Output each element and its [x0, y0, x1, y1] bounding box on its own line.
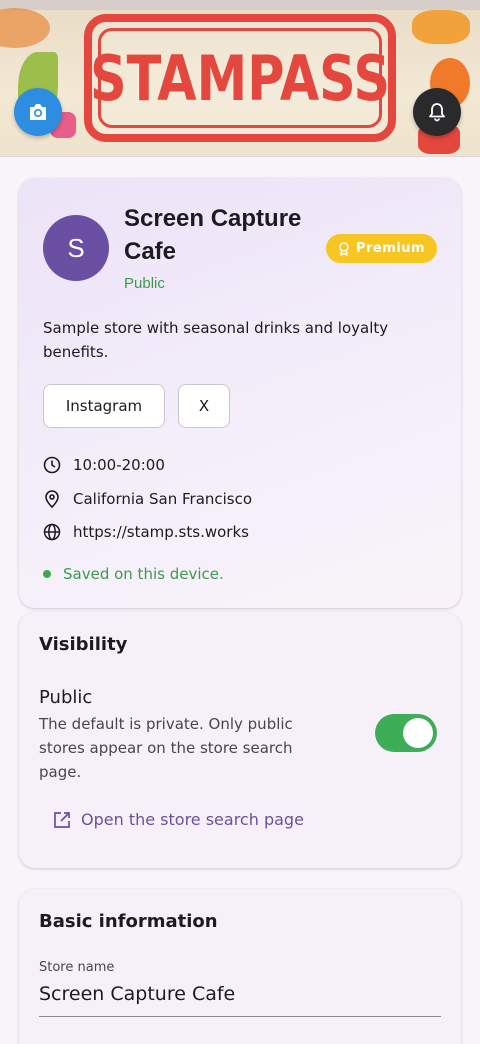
store-name-label: Store name — [39, 960, 115, 975]
store-name-underline — [39, 1016, 441, 1017]
instagram-link-button[interactable]: Instagram — [43, 384, 165, 428]
public-toggle[interactable] — [375, 714, 437, 752]
open-store-search-link[interactable]: Open the store search page — [53, 810, 304, 829]
open-external-icon — [54, 811, 70, 828]
banner-decoration — [412, 10, 470, 44]
basic-info-card: Basic information Store name Screen Capt… — [19, 889, 461, 1044]
logo-text: STAMPASS — [89, 41, 391, 115]
saved-text: Saved on this device. — [63, 565, 224, 583]
bell-icon — [429, 103, 445, 122]
x-link-button[interactable]: X — [178, 384, 230, 428]
store-profile-card: S Screen Capture Cafe Premium Public Sam… — [19, 178, 461, 608]
clock-icon — [43, 456, 61, 474]
visibility-help-text: The default is private. Only public stor… — [39, 715, 293, 781]
website-row[interactable]: https://stamp.sts.works — [43, 521, 249, 543]
location-text: California San Francisco — [73, 490, 253, 508]
status-bar — [0, 0, 480, 10]
avatar: S — [43, 215, 109, 281]
globe-icon — [43, 523, 61, 541]
premium-label: Premium — [355, 241, 426, 256]
notifications-button[interactable] — [413, 88, 461, 136]
store-banner: STAMPASS — [0, 0, 480, 157]
visibility-public-label: Public — [39, 687, 93, 708]
visibility-card: Visibility Public The default is private… — [19, 612, 461, 868]
toggle-knob — [403, 718, 433, 748]
banner-decoration — [0, 8, 50, 48]
hours-text: 10:00-20:00 — [73, 456, 165, 474]
stampass-logo: STAMPASS — [84, 14, 396, 142]
location-pin-icon — [45, 490, 59, 508]
store-name-field[interactable]: Screen Capture Cafe — [39, 983, 235, 1005]
premium-badge: Premium — [326, 234, 437, 263]
visibility-title: Visibility — [39, 634, 128, 655]
store-name: Screen Capture Cafe — [124, 205, 302, 265]
open-store-search-label: Open the store search page — [81, 810, 304, 829]
website-link[interactable]: https://stamp.sts.works — [73, 523, 249, 541]
change-photo-button[interactable] — [14, 88, 62, 136]
award-icon — [339, 241, 349, 256]
status-dot — [43, 570, 51, 578]
store-status: Public — [124, 275, 165, 292]
store-description: Sample store with seasonal drinks and lo… — [43, 319, 389, 361]
basic-info-title: Basic information — [39, 911, 218, 932]
camera-icon — [30, 104, 46, 120]
location-row: California San Francisco — [43, 488, 252, 510]
hours-row: 10:00-20:00 — [43, 454, 165, 476]
saved-status: Saved on this device. — [43, 565, 224, 583]
